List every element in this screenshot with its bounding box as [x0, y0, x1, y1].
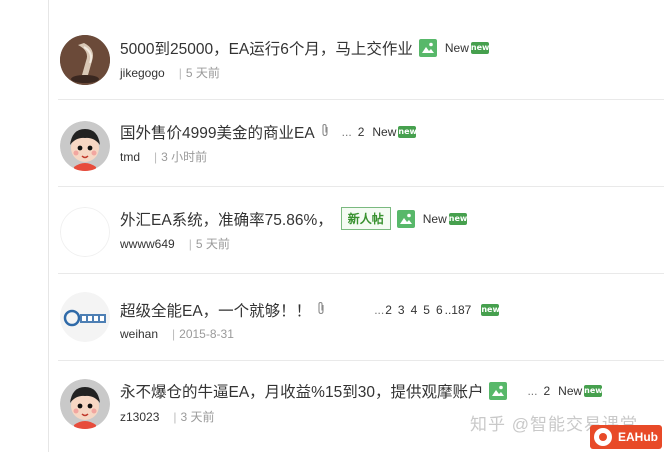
avatar[interactable]: [60, 292, 110, 342]
avatar[interactable]: [60, 207, 110, 257]
new-label[interactable]: New: [372, 125, 396, 139]
thread-title-line: 国外售价4999美金的商业EA ... 2 New new: [120, 121, 417, 143]
pages-ellipsis: ...: [374, 303, 385, 317]
thread-meta: tmd | 3 小时前: [120, 148, 207, 165]
new-badge-icon: new: [481, 304, 500, 316]
post-time: 3 天前: [180, 410, 215, 424]
post-time: 2015-8-31: [179, 327, 234, 341]
page-link[interactable]: 2: [358, 125, 365, 139]
avatar[interactable]: [60, 379, 110, 429]
pages-ellipsis: ...: [527, 384, 538, 398]
page-link[interactable]: 6: [436, 303, 443, 317]
image-icon: [396, 209, 415, 228]
bug-icon: [594, 428, 612, 446]
author-name[interactable]: jikegogo: [120, 66, 165, 80]
thread-title[interactable]: 国外售价4999美金的商业EA: [120, 121, 315, 143]
page-link[interactable]: 2: [543, 384, 550, 398]
pages-ellipsis: ...: [341, 125, 352, 139]
meta-separator: |: [178, 65, 182, 80]
page-link[interactable]: ..187: [445, 303, 472, 317]
image-icon: [489, 382, 508, 400]
post-time: 5 天前: [185, 66, 220, 80]
left-divider: [48, 0, 49, 452]
meta-separator: |: [154, 149, 158, 164]
avatar[interactable]: [60, 35, 110, 85]
eahub-logo: EAHub: [590, 425, 662, 449]
page-link[interactable]: 4: [411, 303, 418, 317]
new-badge-icon: new: [448, 212, 467, 225]
thread-meta: z13023 | 3 天前: [120, 408, 215, 425]
new-label[interactable]: New: [558, 384, 582, 398]
thread-meta: wwww649 | 5 天前: [120, 235, 230, 252]
page-link[interactable]: 3: [398, 303, 405, 317]
attachment-icon: [320, 123, 330, 142]
new-label[interactable]: New: [445, 41, 469, 55]
thread-meta: weihan | 2015-8-31: [120, 327, 234, 341]
new-badge-icon: new: [398, 126, 417, 138]
page-links: ...2 3 4 5 6 ..187: [374, 303, 471, 317]
page-link[interactable]: 5: [423, 303, 430, 317]
thread-title-line: 外汇EA系统，准确率75.86%， 新人帖 New new: [120, 207, 467, 230]
meta-separator: |: [172, 327, 176, 341]
author-name[interactable]: tmd: [120, 150, 140, 164]
meta-separator: |: [173, 409, 177, 424]
thread-title-line: 永不爆仓的牛逼EA，月收益%15到30，提供观摩账户 ... 2 New new: [120, 380, 603, 402]
meta-separator: |: [188, 236, 192, 251]
page-links: ... 2: [342, 125, 365, 139]
thread-title-line: 超级全能EA，一个就够！！ ...2 3 4 5 6 ..187 new: [120, 299, 500, 321]
attachment-icon: [316, 301, 326, 320]
post-time: 5 天前: [195, 237, 230, 251]
avatar[interactable]: [60, 121, 110, 171]
author-name[interactable]: wwww649: [120, 237, 175, 251]
page-links: ... 2: [527, 384, 550, 398]
page-link[interactable]: 2: [385, 303, 392, 317]
thread-title[interactable]: 5000到25000，EA运行6个月，马上交作业: [120, 37, 413, 59]
thread-row: 国外售价4999美金的商业EA ... 2 New new tmd | 3 小时前: [58, 100, 664, 187]
new-badge-icon: new: [584, 385, 603, 397]
author-name[interactable]: weihan: [120, 327, 158, 341]
newbie-tag: 新人帖: [340, 207, 391, 230]
new-label[interactable]: New: [423, 212, 447, 226]
thread-title[interactable]: 超级全能EA，一个就够！！: [120, 299, 311, 321]
thread-row: 超级全能EA，一个就够！！ ...2 3 4 5 6 ..187 new weihan |…: [58, 274, 664, 361]
thread-title-line: 5000到25000，EA运行6个月，马上交作业 New new: [120, 37, 489, 59]
thread-row: 外汇EA系统，准确率75.86%， 新人帖 New new wwww649 | …: [58, 187, 664, 274]
thread-meta: jikegogo | 5 天前: [120, 64, 220, 81]
new-badge-icon: new: [470, 42, 489, 54]
thread-row: 5000到25000，EA运行6个月，马上交作业 New new jikegog…: [58, 0, 664, 100]
thread-title[interactable]: 外汇EA系统，准确率75.86%，: [120, 208, 333, 230]
author-name[interactable]: z13023: [120, 410, 159, 424]
image-icon: [418, 39, 437, 57]
thread-title[interactable]: 永不爆仓的牛逼EA，月收益%15到30，提供观摩账户: [120, 380, 483, 402]
post-time: 3 小时前: [161, 150, 208, 164]
